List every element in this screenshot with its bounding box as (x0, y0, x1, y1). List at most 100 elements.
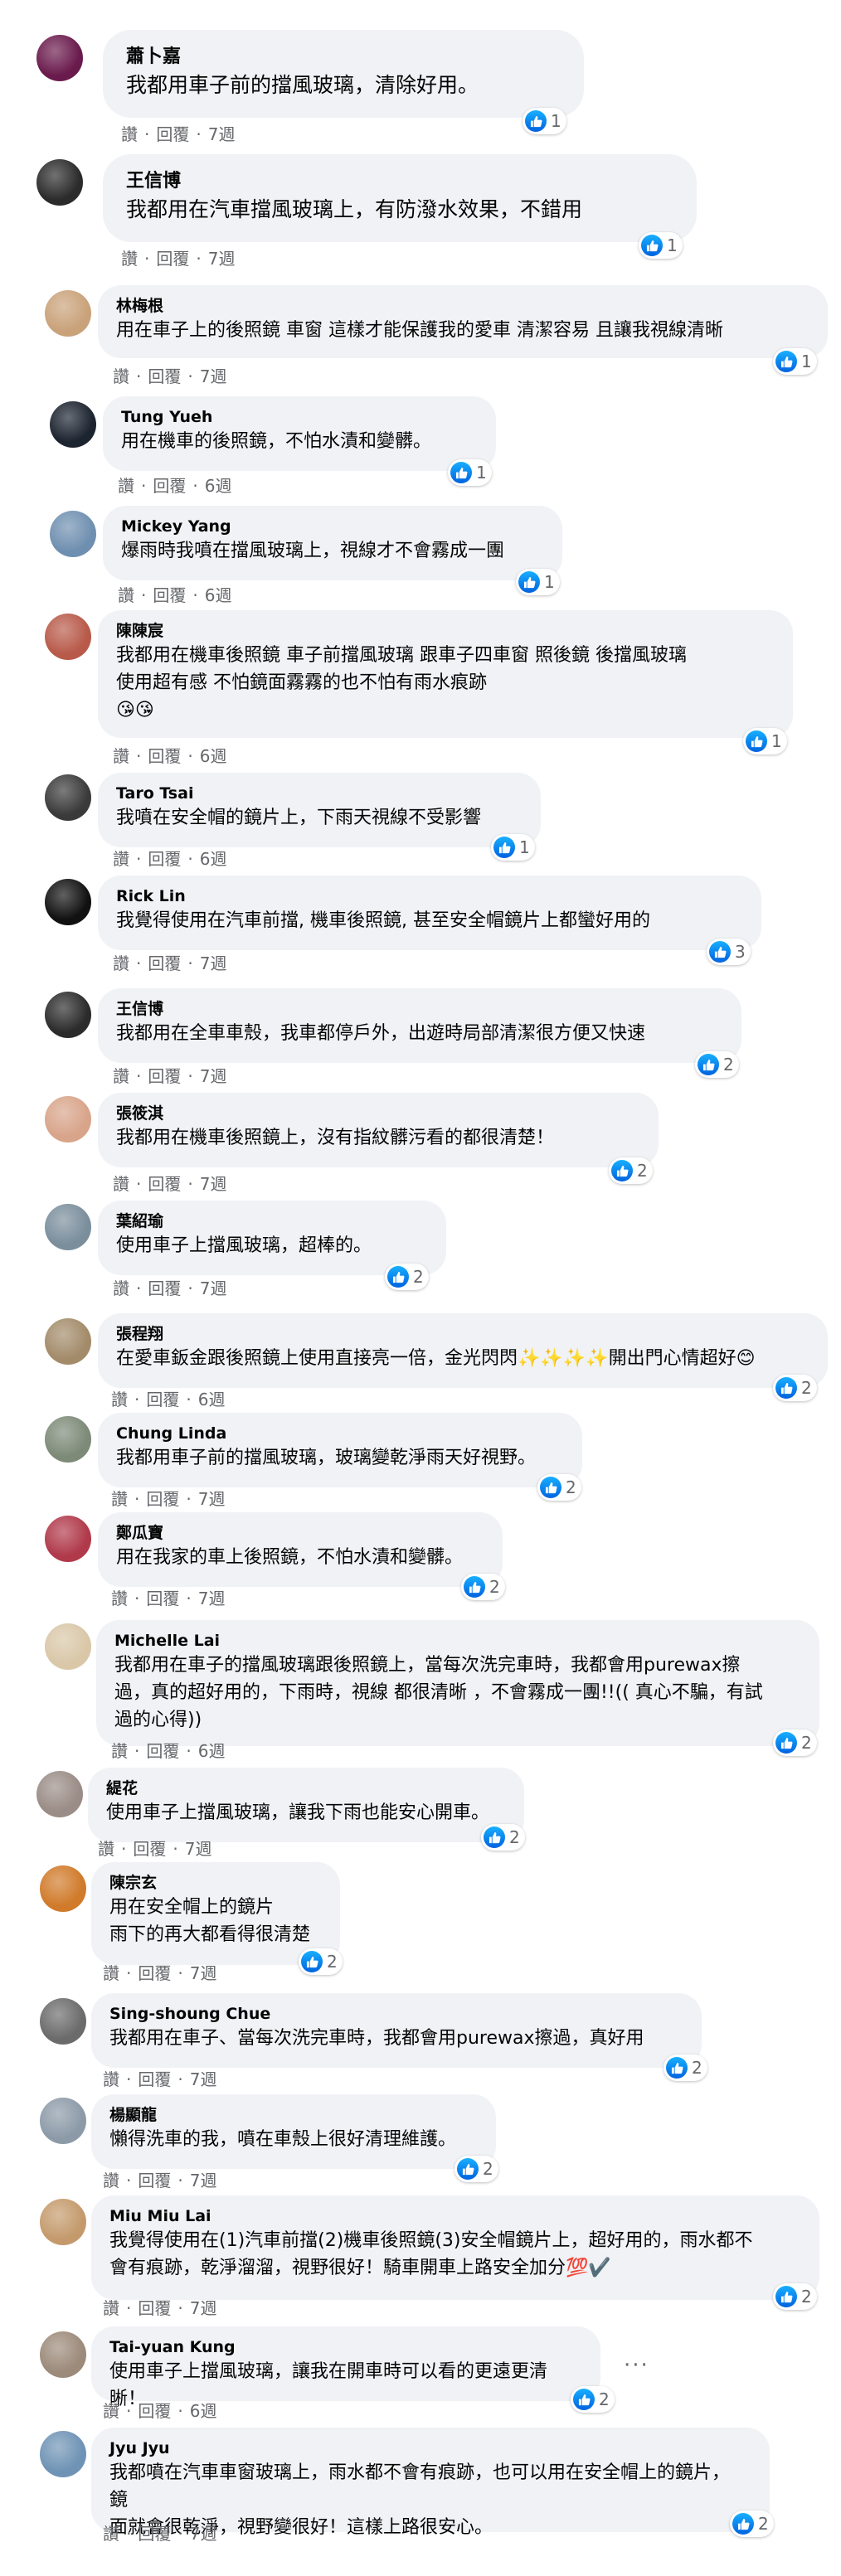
reaction-count[interactable]: 2 (773, 1729, 817, 1756)
reply-link[interactable]: 回覆 (148, 1174, 181, 1194)
commenter-name[interactable]: 陳宗玄 (109, 1872, 320, 1894)
reaction-count[interactable]: 1 (773, 348, 817, 375)
reply-link[interactable]: 回覆 (138, 2171, 171, 2190)
reply-link[interactable]: 回覆 (148, 1278, 181, 1298)
reaction-count[interactable]: 1 (491, 834, 535, 861)
commenter-name[interactable]: 陳陳宸 (116, 620, 773, 642)
like-link[interactable]: 讚 (103, 2524, 119, 2544)
like-link[interactable]: 讚 (111, 1589, 128, 1608)
reaction-count[interactable]: 3 (707, 939, 751, 965)
reply-link[interactable]: 回覆 (153, 585, 186, 605)
like-link[interactable]: 讚 (113, 746, 129, 766)
avatar[interactable] (45, 774, 91, 821)
like-link[interactable]: 讚 (111, 1390, 128, 1409)
commenter-name[interactable]: 王信博 (116, 998, 722, 1020)
commenter-name[interactable]: Taro Tsai (116, 783, 521, 804)
commenter-name[interactable]: 緹花 (106, 1778, 504, 1799)
avatar[interactable] (36, 1771, 83, 1817)
like-link[interactable]: 讚 (113, 1174, 129, 1194)
commenter-name[interactable]: Rick Lin (116, 885, 741, 907)
like-link[interactable]: 讚 (103, 1963, 119, 1983)
reaction-count[interactable]: 1 (516, 569, 560, 595)
reply-link[interactable]: 回覆 (146, 1489, 179, 1509)
commenter-name[interactable]: Jyu Jyu (109, 2438, 750, 2459)
commenter-name[interactable]: 林梅根 (116, 295, 808, 317)
like-link[interactable]: 讚 (118, 476, 134, 496)
reply-link[interactable]: 回覆 (146, 1741, 179, 1761)
commenter-name[interactable]: 蕭卜嘉 (126, 45, 561, 70)
avatar[interactable] (40, 1865, 86, 1912)
avatar[interactable] (45, 1318, 91, 1365)
like-link[interactable]: 讚 (121, 249, 138, 269)
reply-link[interactable]: 回覆 (148, 849, 181, 869)
avatar[interactable] (36, 35, 83, 81)
like-link[interactable]: 讚 (103, 2171, 119, 2190)
reaction-count[interactable]: 2 (299, 1948, 343, 1975)
reaction-count[interactable]: 2 (773, 2283, 817, 2310)
reaction-count[interactable]: 2 (609, 1157, 653, 1184)
reply-link[interactable]: 回覆 (156, 249, 189, 269)
more-options-icon[interactable]: ··· (624, 2353, 649, 2378)
like-link[interactable]: 讚 (113, 953, 129, 973)
avatar[interactable] (45, 1096, 91, 1142)
reply-link[interactable]: 回覆 (138, 2524, 171, 2544)
reply-link[interactable]: 回覆 (146, 1589, 179, 1608)
like-link[interactable]: 讚 (113, 849, 129, 869)
reaction-count[interactable]: 2 (773, 1375, 817, 1401)
reply-link[interactable]: 回覆 (148, 366, 181, 386)
avatar[interactable] (45, 1416, 91, 1463)
commenter-name[interactable]: Miu Miu Lai (109, 2205, 800, 2227)
reaction-count[interactable]: 2 (481, 1824, 525, 1851)
like-link[interactable]: 讚 (103, 2401, 119, 2421)
reaction-count[interactable]: 2 (695, 1051, 739, 1078)
reaction-count[interactable]: 2 (730, 2511, 774, 2537)
reply-link[interactable]: 回覆 (133, 1839, 166, 1859)
commenter-name[interactable]: 葉紹瑜 (116, 1210, 426, 1232)
reaction-count[interactable]: 1 (523, 108, 566, 134)
avatar[interactable] (45, 290, 91, 337)
like-link[interactable]: 讚 (113, 366, 129, 386)
like-link[interactable]: 讚 (118, 585, 134, 605)
reaction-count[interactable]: 2 (455, 2156, 498, 2182)
like-link[interactable]: 讚 (111, 1741, 128, 1761)
reaction-count[interactable]: 1 (448, 459, 492, 486)
avatar[interactable] (36, 159, 83, 206)
commenter-name[interactable]: 張筱淇 (116, 1103, 639, 1124)
commenter-name[interactable]: 楊顯龍 (109, 2104, 476, 2126)
like-link[interactable]: 讚 (121, 124, 138, 144)
reply-link[interactable]: 回覆 (148, 1066, 181, 1086)
like-link[interactable]: 讚 (103, 2069, 119, 2089)
like-link[interactable]: 讚 (113, 1066, 129, 1086)
commenter-name[interactable]: 王信博 (126, 169, 673, 194)
avatar[interactable] (45, 879, 91, 925)
reaction-count[interactable]: 1 (743, 728, 787, 754)
commenter-name[interactable]: Michelle Lai (114, 1630, 800, 1652)
reply-link[interactable]: 回覆 (138, 2069, 171, 2089)
commenter-name[interactable]: 張程翔 (116, 1323, 808, 1345)
like-link[interactable]: 讚 (103, 2298, 119, 2318)
like-link[interactable]: 讚 (98, 1839, 114, 1859)
reaction-count[interactable]: 1 (639, 232, 683, 259)
reaction-count[interactable]: 2 (537, 1474, 581, 1501)
avatar[interactable] (40, 2331, 86, 2378)
commenter-name[interactable]: Mickey Yang (121, 516, 542, 537)
like-link[interactable]: 讚 (113, 1278, 129, 1298)
reply-link[interactable]: 回覆 (148, 746, 181, 766)
commenter-name[interactable]: Tung Yueh (121, 406, 476, 428)
reply-link[interactable]: 回覆 (138, 1963, 171, 1983)
avatar[interactable] (45, 1516, 91, 1562)
commenter-name[interactable]: Chung Linda (116, 1423, 562, 1444)
reply-link[interactable]: 回覆 (153, 476, 186, 496)
reply-link[interactable]: 回覆 (156, 124, 189, 144)
reaction-count[interactable]: 2 (571, 2386, 615, 2413)
reaction-count[interactable]: 2 (461, 1574, 505, 1600)
commenter-name[interactable]: Sing-shoung Chue (109, 2003, 682, 2025)
reply-link[interactable]: 回覆 (138, 2401, 171, 2421)
avatar[interactable] (50, 401, 96, 448)
avatar[interactable] (40, 2199, 86, 2245)
avatar[interactable] (50, 511, 96, 557)
commenter-name[interactable]: 鄭瓜寶 (116, 1522, 483, 1544)
reply-link[interactable]: 回覆 (148, 953, 181, 973)
avatar[interactable] (45, 1204, 91, 1250)
avatar[interactable] (40, 2431, 86, 2477)
